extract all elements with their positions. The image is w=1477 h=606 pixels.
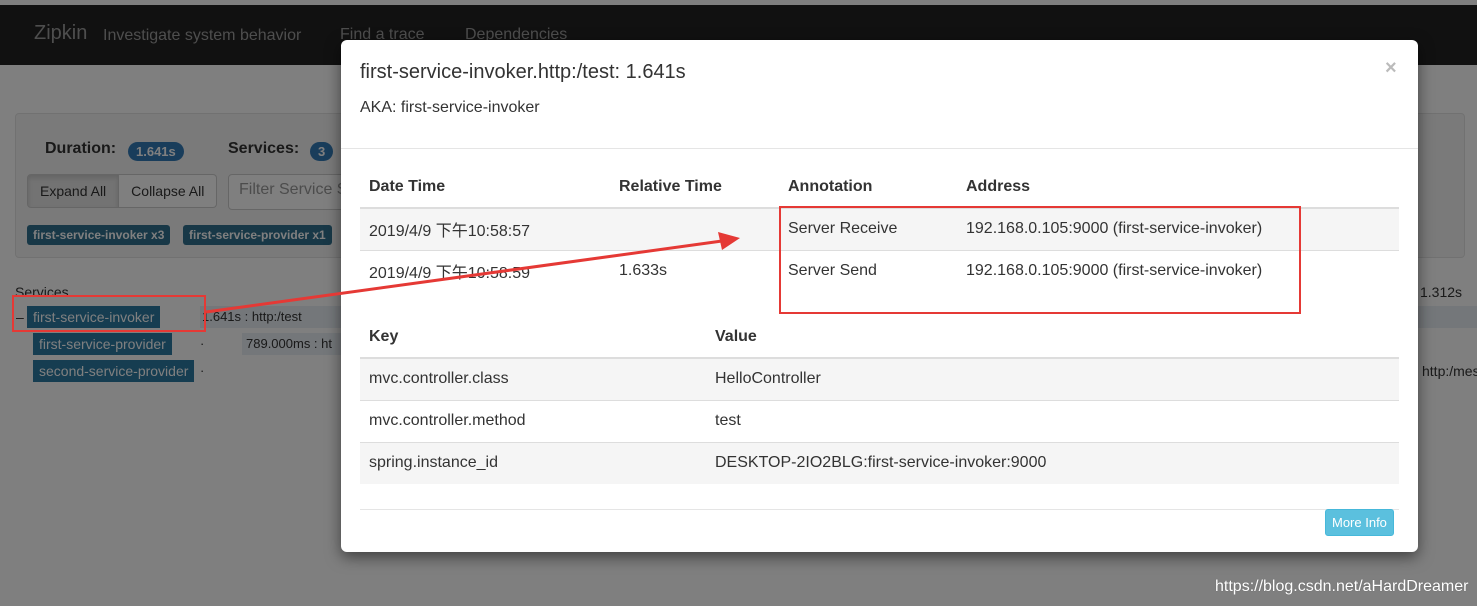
arrow-icon — [205, 232, 740, 314]
watermark: https://blog.csdn.net/aHardDreamer — [1215, 578, 1469, 595]
